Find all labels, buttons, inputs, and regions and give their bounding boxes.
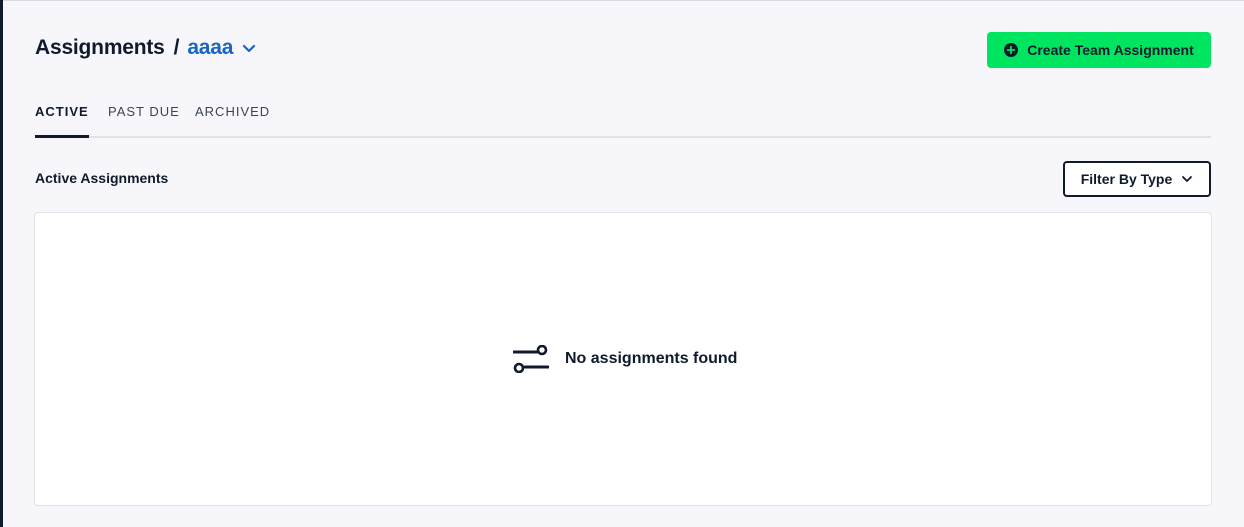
- plus-circle-icon: [1004, 43, 1019, 57]
- sliders-icon: [513, 345, 549, 373]
- chevron-down-icon: [242, 44, 256, 53]
- tab-archived-label: ARCHIVED: [195, 104, 271, 119]
- page-title: Assignments: [35, 36, 165, 59]
- empty-state: No assignments found: [513, 345, 737, 373]
- assignments-panel: No assignments found: [34, 212, 1212, 506]
- tab-archived[interactable]: ARCHIVED: [195, 98, 270, 136]
- filter-button-label: Filter By Type: [1080, 171, 1173, 187]
- team-name: aaaa: [187, 36, 234, 59]
- breadcrumb-separator: /: [173, 36, 180, 59]
- tab-active[interactable]: ACTIVE: [35, 98, 89, 138]
- assignment-tabs: ACTIVE PAST DUE ARCHIVED: [35, 98, 1211, 138]
- page-header: Assignments / aaaa: [35, 36, 256, 60]
- create-team-assignment-button[interactable]: Create Team Assignment: [987, 32, 1211, 68]
- filter-by-type-button[interactable]: Filter By Type: [1063, 161, 1211, 197]
- left-rail: [0, 0, 3, 527]
- tab-active-label: ACTIVE: [35, 104, 89, 119]
- tab-past-due[interactable]: PAST DUE: [108, 98, 180, 136]
- empty-state-message: No assignments found: [565, 350, 738, 367]
- chevron-down-icon: [1181, 175, 1193, 183]
- team-selector[interactable]: aaaa: [187, 36, 256, 60]
- top-edge: [0, 0, 1244, 1]
- section-title: Active Assignments: [35, 170, 169, 186]
- create-button-label: Create Team Assignment: [1027, 42, 1194, 58]
- tab-past-due-label: PAST DUE: [108, 104, 180, 119]
- active-tab-indicator: [35, 135, 89, 138]
